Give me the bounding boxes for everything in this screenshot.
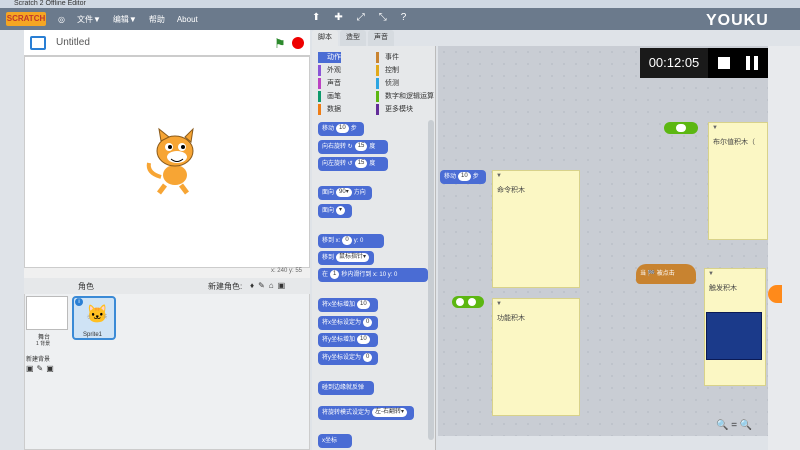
- menu-edit[interactable]: 编辑▼: [113, 14, 137, 25]
- category-4[interactable]: 声音: [318, 78, 341, 89]
- motion-block-5[interactable]: 移到 x: 0 y: 0: [318, 234, 384, 248]
- motion-block-9[interactable]: 将x坐标设定为 0: [318, 316, 378, 330]
- motion-block-3[interactable]: 面向 90▾ 方向: [318, 186, 372, 200]
- motion-block-0[interactable]: 移动 10 步: [318, 122, 364, 136]
- backdrop-count: 1 背景: [36, 341, 51, 347]
- right-strip: [768, 46, 800, 450]
- new-sprite-icons[interactable]: ♦✎⌂▣: [250, 281, 289, 290]
- note-boolean-blocks[interactable]: 布尔值积木（: [708, 122, 768, 240]
- sprite-pane-header: 角色 新建角色: ♦✎⌂▣: [24, 278, 310, 294]
- grow-icon[interactable]: ⤢: [357, 12, 365, 23]
- motion-block-14[interactable]: x坐标: [318, 434, 352, 448]
- menu-about[interactable]: About: [177, 15, 198, 24]
- new-backdrop-label: 新建背景: [26, 357, 51, 363]
- motion-block-10[interactable]: 将y坐标增加 10: [318, 333, 378, 347]
- palette-scrollbar[interactable]: [428, 120, 434, 440]
- stage-coords: x: 240 y: 55: [24, 268, 310, 278]
- stage-header: Untitled ⚑: [24, 30, 310, 56]
- new-sprite-label: 新建角色:: [208, 282, 243, 291]
- cat-thumb-icon: 🐱: [86, 304, 109, 324]
- duplicate-icon[interactable]: ⬆: [312, 12, 320, 23]
- sprite1-name: Sprite1: [83, 332, 103, 338]
- category-9[interactable]: 更多模块: [376, 104, 413, 115]
- help-icon[interactable]: ?: [401, 12, 407, 23]
- side-tab[interactable]: [768, 285, 782, 303]
- motion-block-12[interactable]: 碰到边缘就反弹: [318, 381, 374, 395]
- new-backdrop-icons[interactable]: ▣✎▣: [26, 364, 57, 373]
- zoom-controls[interactable]: 🔍 = 🔍: [716, 420, 752, 431]
- window-title: Scratch 2 Offline Editor: [0, 0, 800, 8]
- tab-costumes[interactable]: 造型: [340, 30, 366, 46]
- sprite1-thumbnail[interactable]: i 🐱 Sprite1: [72, 296, 116, 340]
- menu-file[interactable]: 文件▼: [77, 14, 101, 25]
- video-timestamp: 00:12:05: [640, 48, 708, 78]
- green-reporter[interactable]: [664, 122, 698, 134]
- category-7[interactable]: 数字和逻辑运算: [376, 91, 434, 102]
- video-controls: [708, 48, 768, 78]
- scratch-logo[interactable]: SCRATCH: [6, 12, 46, 26]
- note-function-blocks[interactable]: 功能积木: [492, 298, 580, 416]
- stage[interactable]: [24, 56, 310, 268]
- menu-bar: SCRATCH ◎ 文件▼ 编辑▼ 帮助 About ⬆ ✚ ⤢ ⤡ ?: [0, 8, 800, 30]
- category-0[interactable]: 动作: [318, 52, 341, 63]
- block-palette: 动作 事件外观 控制声音 侦测画笔 数字和逻辑运算数据 更多模块 移动 10 步向右旋转 ↻ 1…: [312, 46, 436, 450]
- tab-scripts[interactable]: 脚本: [312, 30, 338, 46]
- motion-block-2[interactable]: 向左旋转 ↺ 15 度: [318, 157, 388, 171]
- video-thumbnail: [706, 312, 762, 360]
- category-8[interactable]: 数据: [318, 104, 341, 115]
- pause-icon[interactable]: [746, 56, 750, 70]
- motion-block-1[interactable]: 向右旋转 ↻ 15 度: [318, 140, 388, 154]
- category-1[interactable]: 事件: [376, 52, 399, 63]
- motion-block-4[interactable]: 面向 ▾: [318, 204, 352, 218]
- motion-block-7[interactable]: 在 1 秒内滑行到 x: 10 y: 0: [318, 268, 428, 282]
- boolean-reporter[interactable]: [452, 296, 484, 308]
- motion-block-13[interactable]: 将旋转模式设定为 左-右翻转▾: [318, 406, 414, 420]
- sprites-label: 角色: [78, 282, 94, 291]
- category-6[interactable]: 画笔: [318, 91, 341, 102]
- stage-mode-icon[interactable]: [30, 36, 46, 50]
- green-flag-icon[interactable]: ⚑: [274, 36, 286, 52]
- category-2[interactable]: 外观: [318, 65, 341, 76]
- tab-sounds[interactable]: 声音: [368, 30, 394, 46]
- project-title[interactable]: Untitled: [56, 37, 90, 48]
- when-flag-clicked-block[interactable]: 当 🏁 被点击: [636, 264, 696, 284]
- menu-help[interactable]: 帮助: [149, 14, 165, 25]
- delete-icon[interactable]: ✚: [334, 12, 342, 23]
- shrink-icon[interactable]: ⤡: [379, 12, 387, 23]
- toolbar: ⬆ ✚ ⤢ ⤡ ?: [312, 12, 406, 23]
- note-command-blocks[interactable]: 命令积木: [492, 170, 580, 288]
- globe-icon[interactable]: ◎: [58, 15, 65, 24]
- stop-video-icon[interactable]: [718, 57, 730, 69]
- cat-sprite[interactable]: [141, 127, 211, 197]
- script-move-block[interactable]: 移动 10 步: [440, 170, 486, 184]
- info-icon[interactable]: i: [75, 298, 83, 306]
- stage-thumbnail[interactable]: [26, 296, 68, 330]
- motion-block-8[interactable]: 将x坐标增加 10: [318, 298, 378, 312]
- motion-block-11[interactable]: 将y坐标设定为 0: [318, 351, 378, 365]
- script-area[interactable]: 移动10步 命令积木 功能积木 布尔值积木（ 当 🏁 被点击 触发积木: [438, 46, 768, 436]
- youku-watermark: YOUKU: [706, 12, 769, 29]
- editor-tabs: 脚本 造型 声音: [312, 30, 432, 46]
- motion-block-6[interactable]: 移到 鼠标指针▾: [318, 251, 374, 265]
- category-5[interactable]: 侦测: [376, 78, 399, 89]
- stop-icon[interactable]: [292, 37, 304, 49]
- category-3[interactable]: 控制: [376, 65, 399, 76]
